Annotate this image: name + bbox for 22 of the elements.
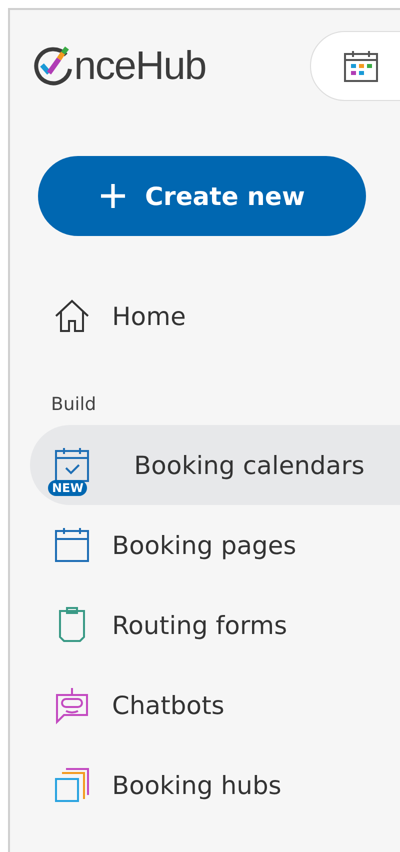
nav-label: Home [112, 302, 186, 330]
nav-item[interactable]: Booking hubs [10, 745, 400, 825]
calendar-icon [52, 525, 92, 565]
section-heading: Build [51, 394, 98, 415]
nav-label: Chatbots [112, 690, 224, 720]
stacked-squares-icon [52, 765, 92, 805]
logo-text: nceHub [74, 44, 206, 88]
nav-item[interactable]: NEW Booking calendars [30, 425, 400, 505]
new-badge: NEW [48, 480, 88, 496]
nav-item[interactable]: Booking pages [10, 505, 400, 585]
plus-icon [99, 182, 128, 210]
calendar-icon [343, 49, 379, 83]
create-new-button[interactable]: Create new [38, 156, 366, 236]
nav-label: Booking calendars [134, 450, 365, 480]
calendar-check-icon [52, 445, 92, 485]
nav-item[interactable]: Routing forms [10, 585, 400, 665]
nav-label: Routing forms [112, 610, 288, 640]
nav-item[interactable]: Home [10, 276, 400, 356]
nav-item[interactable]: Chatbots [10, 665, 400, 745]
nav-label: Booking hubs [112, 770, 282, 800]
logo-icon [32, 45, 74, 87]
nav-label: Booking pages [112, 530, 296, 560]
